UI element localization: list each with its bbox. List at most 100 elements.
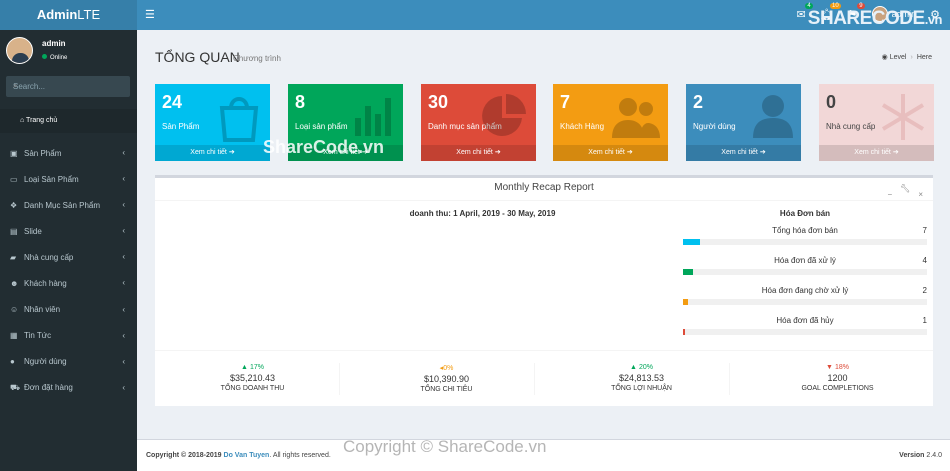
chevron-left-icon: ‹ [122,278,125,288]
progress-count: 7 [922,226,927,235]
shopping-bag-icon [219,97,259,142]
sidebar-item-nhan-vien[interactable]: ☺ Nhân viên ‹ [0,297,137,323]
watermark-text: Copyright © ShareCode.vn [343,437,547,456]
progress-bar [683,239,927,245]
more-info-link[interactable]: Xem chi tiết ➔ [686,145,801,161]
version: Version 2.4.0 [899,452,942,459]
progress-bar [683,299,927,305]
progress-group: Hóa đơn đã hủy 1 [683,316,927,335]
app-logo[interactable]: AdminLTE [0,0,137,30]
user-panel: admin Online [0,30,137,72]
stat-label: Khách Hàng [560,122,605,131]
box-title: Monthly Recap Report [494,182,594,193]
newspaper-icon: ▦ [10,331,18,341]
search-input[interactable]: Search... ⌕ [6,76,130,97]
progress-group: Tổng hóa đơn bán 7 [683,226,927,245]
top-navbar: ☰ ✉ 4 🔔︎ 10 ⚑ 9 admin ⚙ SHARECODE.vn [137,0,950,30]
description-amount: $10,390.90 [423,374,470,384]
more-info-link[interactable]: Xem chi tiết ➔ [155,145,270,161]
sidebar-item-nguoi-dung[interactable]: ● Người dùng ‹ [0,349,137,375]
arrow-circle-right-icon: ➔ [892,149,899,156]
chevron-left-icon: ‹ [122,148,125,157]
sidebar-item-label: Tin Tức [24,331,52,341]
breadcrumb-level[interactable]: Level [890,54,907,61]
description-text: GOAL COMPLETIONS [801,385,874,392]
divider [729,363,730,395]
divider [534,363,535,395]
chevron-left-icon: ‹ [122,304,125,314]
search-icon[interactable]: ⌕ [13,81,124,91]
stat-label: Sản Phẩm [162,122,200,131]
stat-label: Loại sản phẩm [295,122,348,131]
chevron-left-icon: ‹ [122,330,125,340]
folder-icon: ▭ [10,174,18,184]
description-amount: $35,210.43 [229,373,276,383]
chevron-left-icon: ‹ [122,382,125,392]
sidebar-item-san-pham[interactable]: ▣ Sản Phẩm ‹ [0,140,137,166]
copyright: Copyright © 2018-2019 Do Van Tuyen. All … [146,452,331,459]
progress-label: Tổng hóa đơn bán [772,226,838,235]
sidebar-item-label: Khách hàng [24,279,67,289]
sidebar-item-don-dat-hang[interactable]: ⛟ Đơn đặt hàng ‹ [0,375,137,401]
stat-box-khach-hang: 7 Khách Hàng Xem chi tiết ➔ [553,84,668,161]
wrench-icon[interactable]: 🔧︎ [900,184,910,199]
user-status: Online [42,54,67,61]
sidebar-item-loai-san-pham[interactable]: ▭ Loại Sản Phẩm ‹ [0,166,137,192]
author-link[interactable]: Do Van Tuyen [224,452,270,459]
chevron-left-icon: ‹ [122,226,125,236]
stat-label: Nhà cung cấp [826,122,876,131]
sidebar-item-khach-hang[interactable]: ☻ Khách hàng ‹ [0,270,137,296]
description-amount: 1200 [827,373,848,383]
shopping-bag-icon: ▣ [10,148,18,158]
description-block: ◂0% $10,390.90 TỔNG CHI TIÊU [349,364,544,393]
progress-fill [683,239,701,245]
sidebar-item-label: Nhà cung cấp [24,252,74,262]
sidebar-item-label: Loại Sản Phẩm [24,174,79,184]
progress-bar [683,269,927,275]
more-info-link[interactable]: Xem chi tiết ➔ [819,145,934,161]
stat-value: 24 [162,92,183,112]
sidebar-item-tin-tuc[interactable]: ▦ Tin Tức ‹ [0,323,137,349]
progress-fill [683,299,688,305]
user-solid-icon: ● [10,357,15,367]
chevron-left-icon: ‹ [122,200,125,210]
sidebar-item-label: Trang chủ [26,117,58,124]
percentage-change: ▲ 20% [630,364,653,371]
stat-value: 0 [826,92,837,112]
breadcrumb-separator: › [910,54,913,61]
sidebar-item-slide[interactable]: ▤ Slide ‹ [0,218,137,244]
user-icon: ☺ [10,305,19,315]
bars-icon[interactable]: ☰ [145,8,155,21]
stat-value: 8 [295,92,306,112]
user-icon [753,95,793,138]
users-icon: ☻ [10,279,19,289]
percentage-change: ▼ 18% [826,364,849,371]
more-info-link[interactable]: Xem chi tiết ➔ [421,145,536,161]
progress-label: Hóa đơn đang chờ xử lý [761,286,849,295]
stat-value: 2 [693,92,704,112]
progress-group: Hóa đơn đã xử lý 4 [683,256,927,275]
users-icon [612,98,660,138]
progress-count: 4 [922,256,927,265]
asterisk-icon [881,94,925,140]
stat-box-danh-muc: 30 Danh mục sản phẩm Xem chi tiết ➔ [421,84,536,161]
collapse-icon[interactable]: − [888,190,893,199]
pie-chart-icon [482,94,526,136]
cart-icon: ⛟ [10,382,21,392]
progress-fill [683,269,693,275]
arrow-circle-right-icon: ➔ [494,149,501,156]
sidebar-item-nha-cung-cap[interactable]: ▰ Nhà cung cấp ‹ [0,244,137,270]
progress-group: Hóa đơn đang chờ xử lý 2 [683,286,927,305]
close-icon[interactable]: × [918,190,923,199]
page-title: TỔNG QUAN [155,49,240,65]
sidebar-menu: ▣ Sản Phẩm ‹ ▭ Loại Sản Phẩm ‹ ❖ Danh Mục Sản… [0,140,137,401]
box-tools: − 🔧︎ × [888,184,924,199]
envelope-icon[interactable]: ✉ 4 [797,2,813,21]
sidebar-item-danh-muc[interactable]: ❖ Danh Mục Sản Phẩm ‹ [0,192,137,218]
more-info-link[interactable]: Xem chi tiết ➔ [553,145,668,161]
breadcrumb-here: Here [916,54,932,61]
progress-label: Hóa đơn đã hủy [776,316,834,325]
progress-bar [683,329,927,335]
sidebar-item-home[interactable]: ⌂ Trang chủ [0,109,137,133]
stat-box-san-pham: 24 Sản Phẩm Xem chi tiết ➔ [155,84,270,161]
